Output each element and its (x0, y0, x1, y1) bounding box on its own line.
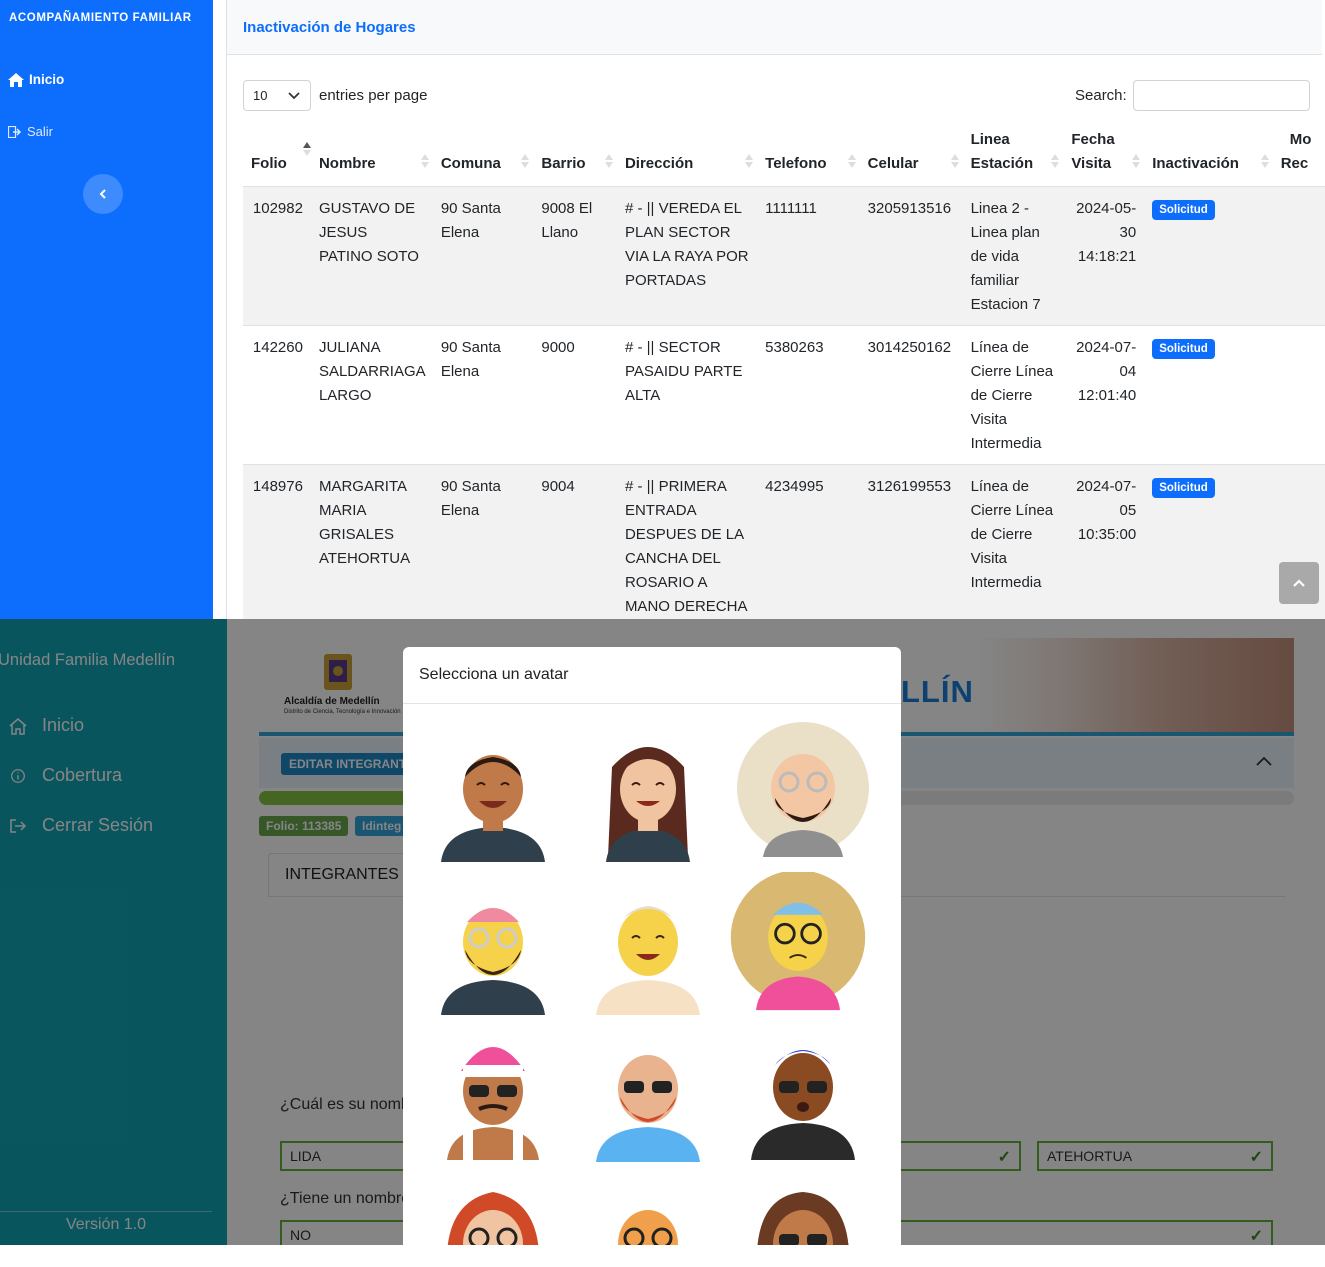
avatar-option-blue-hair-hoodie[interactable] (733, 1025, 873, 1165)
cell-barrio: 9008 El Llano (533, 186, 617, 326)
sort-icon (1132, 154, 1141, 168)
cell-fecha: 2024-07-04 12:01:40 (1063, 325, 1145, 465)
sort-icon (745, 154, 754, 168)
cell-inactivacion: Solicitud (1144, 464, 1273, 619)
modal-title: Selecciona un avatar (419, 666, 569, 683)
col-barrio[interactable]: Barrio (533, 122, 617, 187)
entries-label: entries per page (319, 87, 428, 104)
cell-comuna: 90 Santa Elena (432, 325, 534, 465)
avatar-option-woman-afro-glasses[interactable] (728, 872, 868, 1012)
sort-icon (1051, 154, 1060, 168)
cell-nombre: JULIANA SALDARRIAGA LARGO (310, 325, 433, 465)
cell-comuna: 90 Santa Elena (432, 186, 534, 326)
cell-inactivacion: Solicitud (1144, 325, 1273, 465)
col-linea-estacion[interactable]: Linea Estación (962, 122, 1064, 187)
scroll-to-top-button[interactable] (1279, 562, 1319, 604)
sort-icon (521, 154, 530, 168)
entries-per-page-select[interactable]: 10 (243, 80, 311, 111)
cell-direccion: # - || SECTOR PASAIDU PARTE ALTA (616, 325, 758, 465)
bottom-window: Unidad Familia Medellín Inicio Cobertura… (0, 619, 1325, 1245)
avatar-option-bald-red-beard[interactable] (578, 1027, 718, 1167)
households-table: Folio Nombre Comuna Barrio Dirección Tel… (243, 122, 1325, 619)
cell-barrio: 9004 (533, 464, 617, 619)
sort-asc-icon (302, 142, 311, 156)
table-row: 148976 MARGARITA MARIA GRISALES ATEHORTU… (243, 464, 1325, 619)
cell-nombre: GUSTAVO DE JESUS PATINO SOTO (310, 186, 433, 326)
avatar-option-pink-hair-beard[interactable] (423, 880, 563, 1020)
avatar-option-man-afro-beard[interactable] (733, 722, 873, 862)
search-input[interactable] (1133, 80, 1310, 111)
sidebar: ACOMPAÑAMIENTO FAMILIAR Inicio Salir (0, 0, 213, 619)
cell-telefono: 4234995 (757, 464, 860, 619)
cell-inactivacion: Solicitud (1144, 186, 1273, 326)
cell-celular: 3205913516 (859, 186, 963, 326)
collapse-sidebar-button[interactable] (83, 174, 123, 214)
cell-nombre: MARGARITA MARIA GRISALES ATEHORTUA (310, 464, 433, 619)
cell-folio: 148976 (243, 464, 311, 619)
search-label: Search: (1075, 87, 1127, 104)
cell-linea: Línea de Cierre Línea de Cierre Visita I… (962, 325, 1064, 465)
col-nombre[interactable]: Nombre (310, 122, 433, 187)
cell-direccion: # - || VEREDA EL PLAN SECTOR VIA LA RAYA… (616, 186, 758, 326)
avatar-option-man-smiling[interactable] (423, 727, 563, 867)
table-header-row: Folio Nombre Comuna Barrio Dirección Tel… (243, 122, 1325, 187)
cell-linea: Linea 2 - Linea plan de vida familiar Es… (962, 186, 1064, 326)
home-icon (8, 72, 24, 87)
page-title: Inactivación de Hogares (243, 19, 416, 36)
table-row: 142260 JULIANA SALDARRIAGA LARGO 90 Sant… (243, 325, 1325, 465)
cell-linea: Línea de Cierre Línea de Cierre Visita I… (962, 464, 1064, 619)
avatar-option-pink-beanie-sunglasses[interactable] (423, 1025, 563, 1165)
sort-icon (420, 154, 429, 168)
col-motivo[interactable]: Mo Rec (1272, 122, 1325, 187)
modal-divider (403, 703, 901, 704)
sort-icon (1260, 154, 1269, 168)
avatar-option-bald-yellow[interactable] (578, 880, 718, 1020)
sort-icon (950, 154, 959, 168)
brand-title: ACOMPAÑAMIENTO FAMILIAR (9, 12, 192, 24)
nav-salir[interactable]: Salir (8, 124, 53, 139)
cell-motivo (1272, 186, 1325, 326)
cell-barrio: 9000 (533, 325, 617, 465)
cell-motivo (1272, 325, 1325, 465)
cell-celular: 3126199553 (859, 464, 963, 619)
chevron-up-icon (1293, 579, 1305, 587)
main-content: Inactivación de Hogares 10 entries per p… (226, 0, 1325, 619)
nav-inicio-label: Inicio (29, 72, 65, 87)
avatar-option-orange-bald[interactable] (578, 1172, 718, 1245)
cell-fecha: 2024-05-30 14:18:21 (1063, 186, 1145, 326)
nav-inicio[interactable]: Inicio (8, 72, 64, 87)
cell-comuna: 90 Santa Elena (432, 464, 534, 619)
cell-telefono: 5380263 (757, 325, 860, 465)
col-inactivacion[interactable]: Inactivación (1144, 122, 1273, 187)
avatar-modal: Selecciona un avatar (403, 647, 901, 1245)
cell-celular: 3014250162 (859, 325, 963, 465)
col-fecha-visita[interactable]: Fecha Visita (1063, 122, 1145, 187)
col-comuna[interactable]: Comuna (432, 122, 534, 187)
sort-icon (847, 154, 856, 168)
avatar-option-woman-long-hair[interactable] (578, 727, 718, 867)
col-telefono[interactable]: Telefono (757, 122, 860, 187)
solicitud-badge[interactable]: Solicitud (1152, 478, 1215, 498)
top-window: ACOMPAÑAMIENTO FAMILIAR Inicio Salir Ina… (0, 0, 1325, 619)
chevron-down-icon (288, 92, 300, 100)
cell-folio: 102982 (243, 186, 311, 326)
cell-fecha: 2024-07-05 10:35:00 (1063, 464, 1145, 619)
solicitud-badge[interactable]: Solicitud (1152, 339, 1215, 359)
chevron-left-icon (99, 189, 106, 199)
sign-out-icon (8, 125, 22, 138)
entries-value: 10 (253, 88, 268, 103)
col-celular[interactable]: Celular (859, 122, 963, 187)
avatar-option-brown-curly-sunglasses[interactable] (733, 1172, 873, 1245)
cell-telefono: 1111111 (757, 186, 860, 326)
solicitud-badge[interactable]: Solicitud (1152, 200, 1215, 220)
cell-folio: 142260 (243, 325, 311, 465)
avatar-option-red-curly-hair[interactable] (423, 1172, 563, 1245)
col-direccion[interactable]: Dirección (616, 122, 758, 187)
card-header: Inactivación de Hogares (227, 0, 1322, 55)
col-folio[interactable]: Folio (243, 122, 311, 187)
cell-direccion: # - || PRIMERA ENTRADA DESPUES DE LA CAN… (616, 464, 758, 619)
nav-salir-label: Salir (27, 124, 54, 139)
table-row: 102982 GUSTAVO DE JESUS PATINO SOTO 90 S… (243, 186, 1325, 326)
sort-icon (604, 154, 613, 168)
